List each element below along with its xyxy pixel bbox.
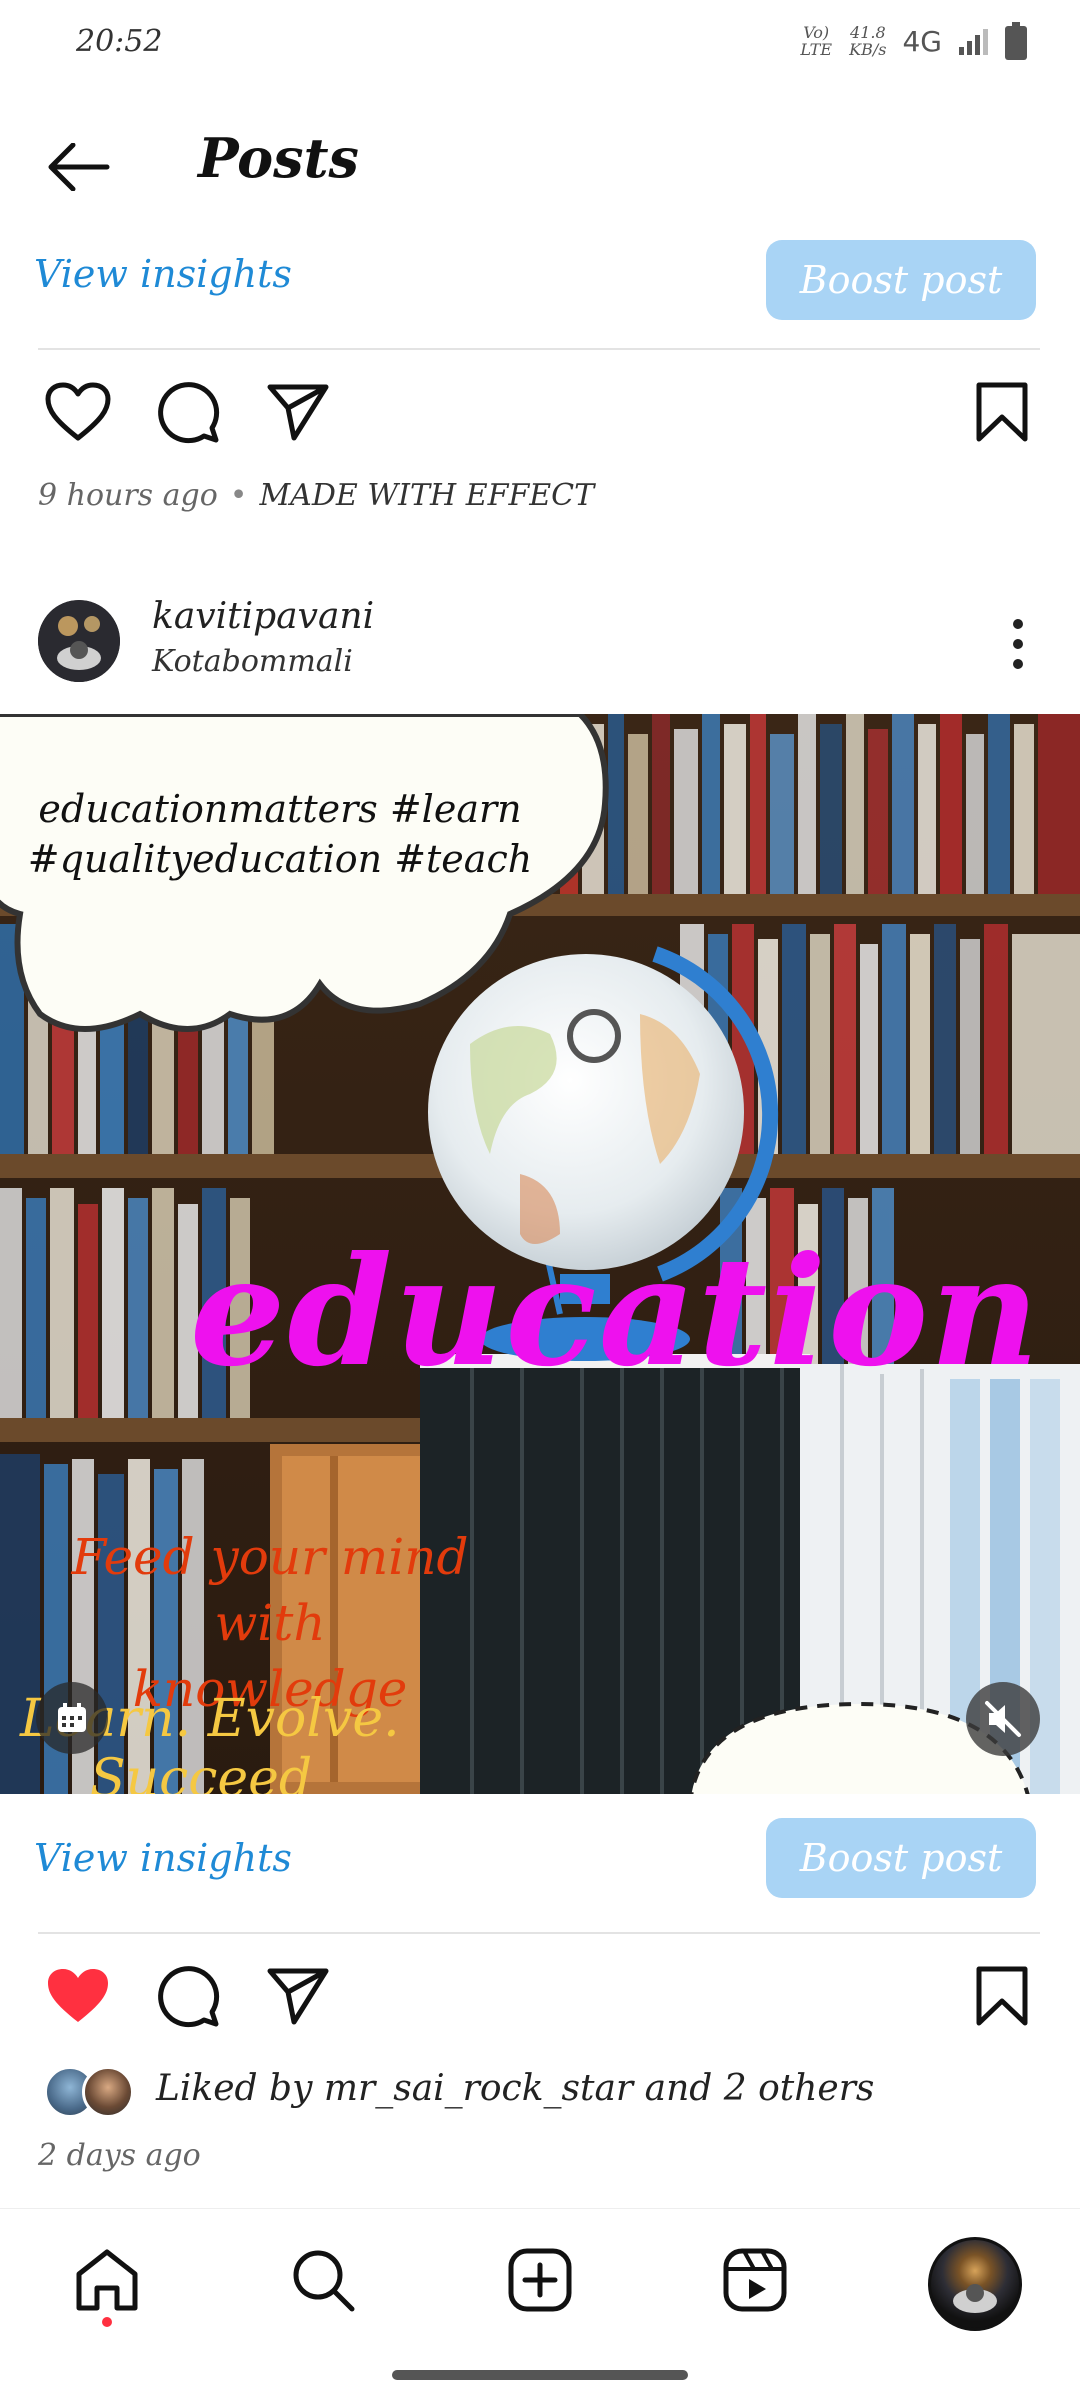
back-arrow-icon [48, 143, 110, 191]
heart-icon [45, 382, 111, 441]
nav-reels[interactable] [712, 2237, 798, 2323]
post-options-button[interactable] [1000, 616, 1036, 672]
nav-profile[interactable] [928, 2237, 1022, 2331]
comment-icon [158, 382, 220, 444]
meta-separator: • [229, 478, 248, 513]
more-vertical-icon [1013, 619, 1023, 669]
comment-icon [158, 1966, 220, 2028]
divider [38, 1932, 1040, 1934]
post-location[interactable]: Kotabommali [152, 644, 353, 679]
view-insights-link[interactable]: View insights [34, 1836, 292, 1880]
bookmark-icon [976, 382, 1028, 442]
learn-line-2: Succeed [90, 1749, 313, 1794]
status-time: 20:52 [76, 24, 163, 59]
cloud-line-2: #qualityeducation #teach [27, 837, 533, 881]
bookmark-icon [976, 1966, 1028, 2026]
action-row-prev [38, 372, 1042, 452]
network-speed-value: 41.8 [850, 23, 886, 42]
divider [38, 348, 1040, 350]
send-icon [267, 384, 329, 441]
like-button[interactable] [38, 1956, 118, 2036]
post-time-prev: 9 hours ago [38, 478, 218, 513]
save-button[interactable] [962, 1956, 1042, 2036]
page-title: Posts [198, 126, 359, 190]
post-author-avatar[interactable] [38, 600, 120, 682]
battery-icon [1005, 22, 1027, 60]
effect-label[interactable]: MADE WITH EFFECT [259, 478, 594, 513]
share-button-prev[interactable] [258, 372, 338, 452]
share-button[interactable] [258, 1956, 338, 2036]
feed-line-1: Feed your mind with [71, 1528, 469, 1652]
profile-avatar [953, 2284, 997, 2313]
boost-post-button[interactable]: Boost post [766, 1818, 1036, 1898]
like-button-prev[interactable] [38, 372, 118, 452]
comment-button[interactable] [148, 1956, 228, 2036]
search-icon [293, 2250, 355, 2312]
network-speed: 41.8 KB/s [849, 24, 886, 58]
bottom-nav [0, 2208, 1080, 2349]
liker-avatar-2 [82, 2066, 134, 2118]
liked-by-text[interactable]: Liked by mr_sai_rock_star and 2 others [156, 2068, 874, 2109]
back-button[interactable] [38, 136, 118, 198]
liked-by-prefix: Liked by [156, 2068, 313, 2109]
home-notification-dot [102, 2317, 112, 2327]
nav-home[interactable] [64, 2237, 150, 2323]
save-button-prev[interactable] [962, 372, 1042, 452]
network-type: 4G [902, 24, 942, 58]
post-meta-prev: 9 hours ago • MADE WITH EFFECT [38, 478, 594, 513]
volte-indicator: Vo) LTE [800, 23, 832, 59]
home-indicator[interactable] [392, 2370, 688, 2380]
calendar-icon [58, 1703, 86, 1732]
cloud-line-1: educationmatters #learn [38, 787, 522, 831]
comment-button-prev[interactable] [148, 372, 228, 452]
status-icons: Vo) LTE 41.8 KB/s 4G [799, 22, 1028, 60]
post-image[interactable]: educationmatters #learn #qualityeducatio… [0, 714, 1080, 1794]
nav-create[interactable] [497, 2237, 583, 2323]
liker-avatars[interactable] [44, 2066, 144, 2118]
cloud-hashtag-text: educationmatters #learn #qualityeducatio… [20, 784, 540, 884]
avatar-image [38, 600, 120, 682]
heart-filled-icon [48, 1969, 108, 2022]
send-icon [267, 1968, 329, 2025]
boost-post-button-prev[interactable]: Boost post [766, 240, 1036, 320]
muted-speaker-icon [985, 1701, 1021, 1737]
action-row [38, 1956, 1042, 2036]
network-speed-unit: KB/s [849, 40, 887, 59]
home-icon [76, 2249, 138, 2311]
liked-by-suffix[interactable]: and 2 others [645, 2068, 875, 2109]
mute-button[interactable] [966, 1682, 1040, 1756]
reels-icon [723, 2248, 787, 2312]
post-time: 2 days ago [38, 2138, 201, 2173]
schedule-button[interactable] [36, 1682, 108, 1754]
liked-by-user[interactable]: mr_sai_rock_star [324, 2068, 633, 2109]
signal-icon [959, 29, 988, 55]
education-headline: education [190, 1224, 1042, 1400]
post-username[interactable]: kavitipavani [152, 596, 374, 637]
create-icon [508, 2248, 572, 2312]
nav-search[interactable] [280, 2237, 366, 2323]
view-insights-link-prev[interactable]: View insights [34, 252, 292, 296]
